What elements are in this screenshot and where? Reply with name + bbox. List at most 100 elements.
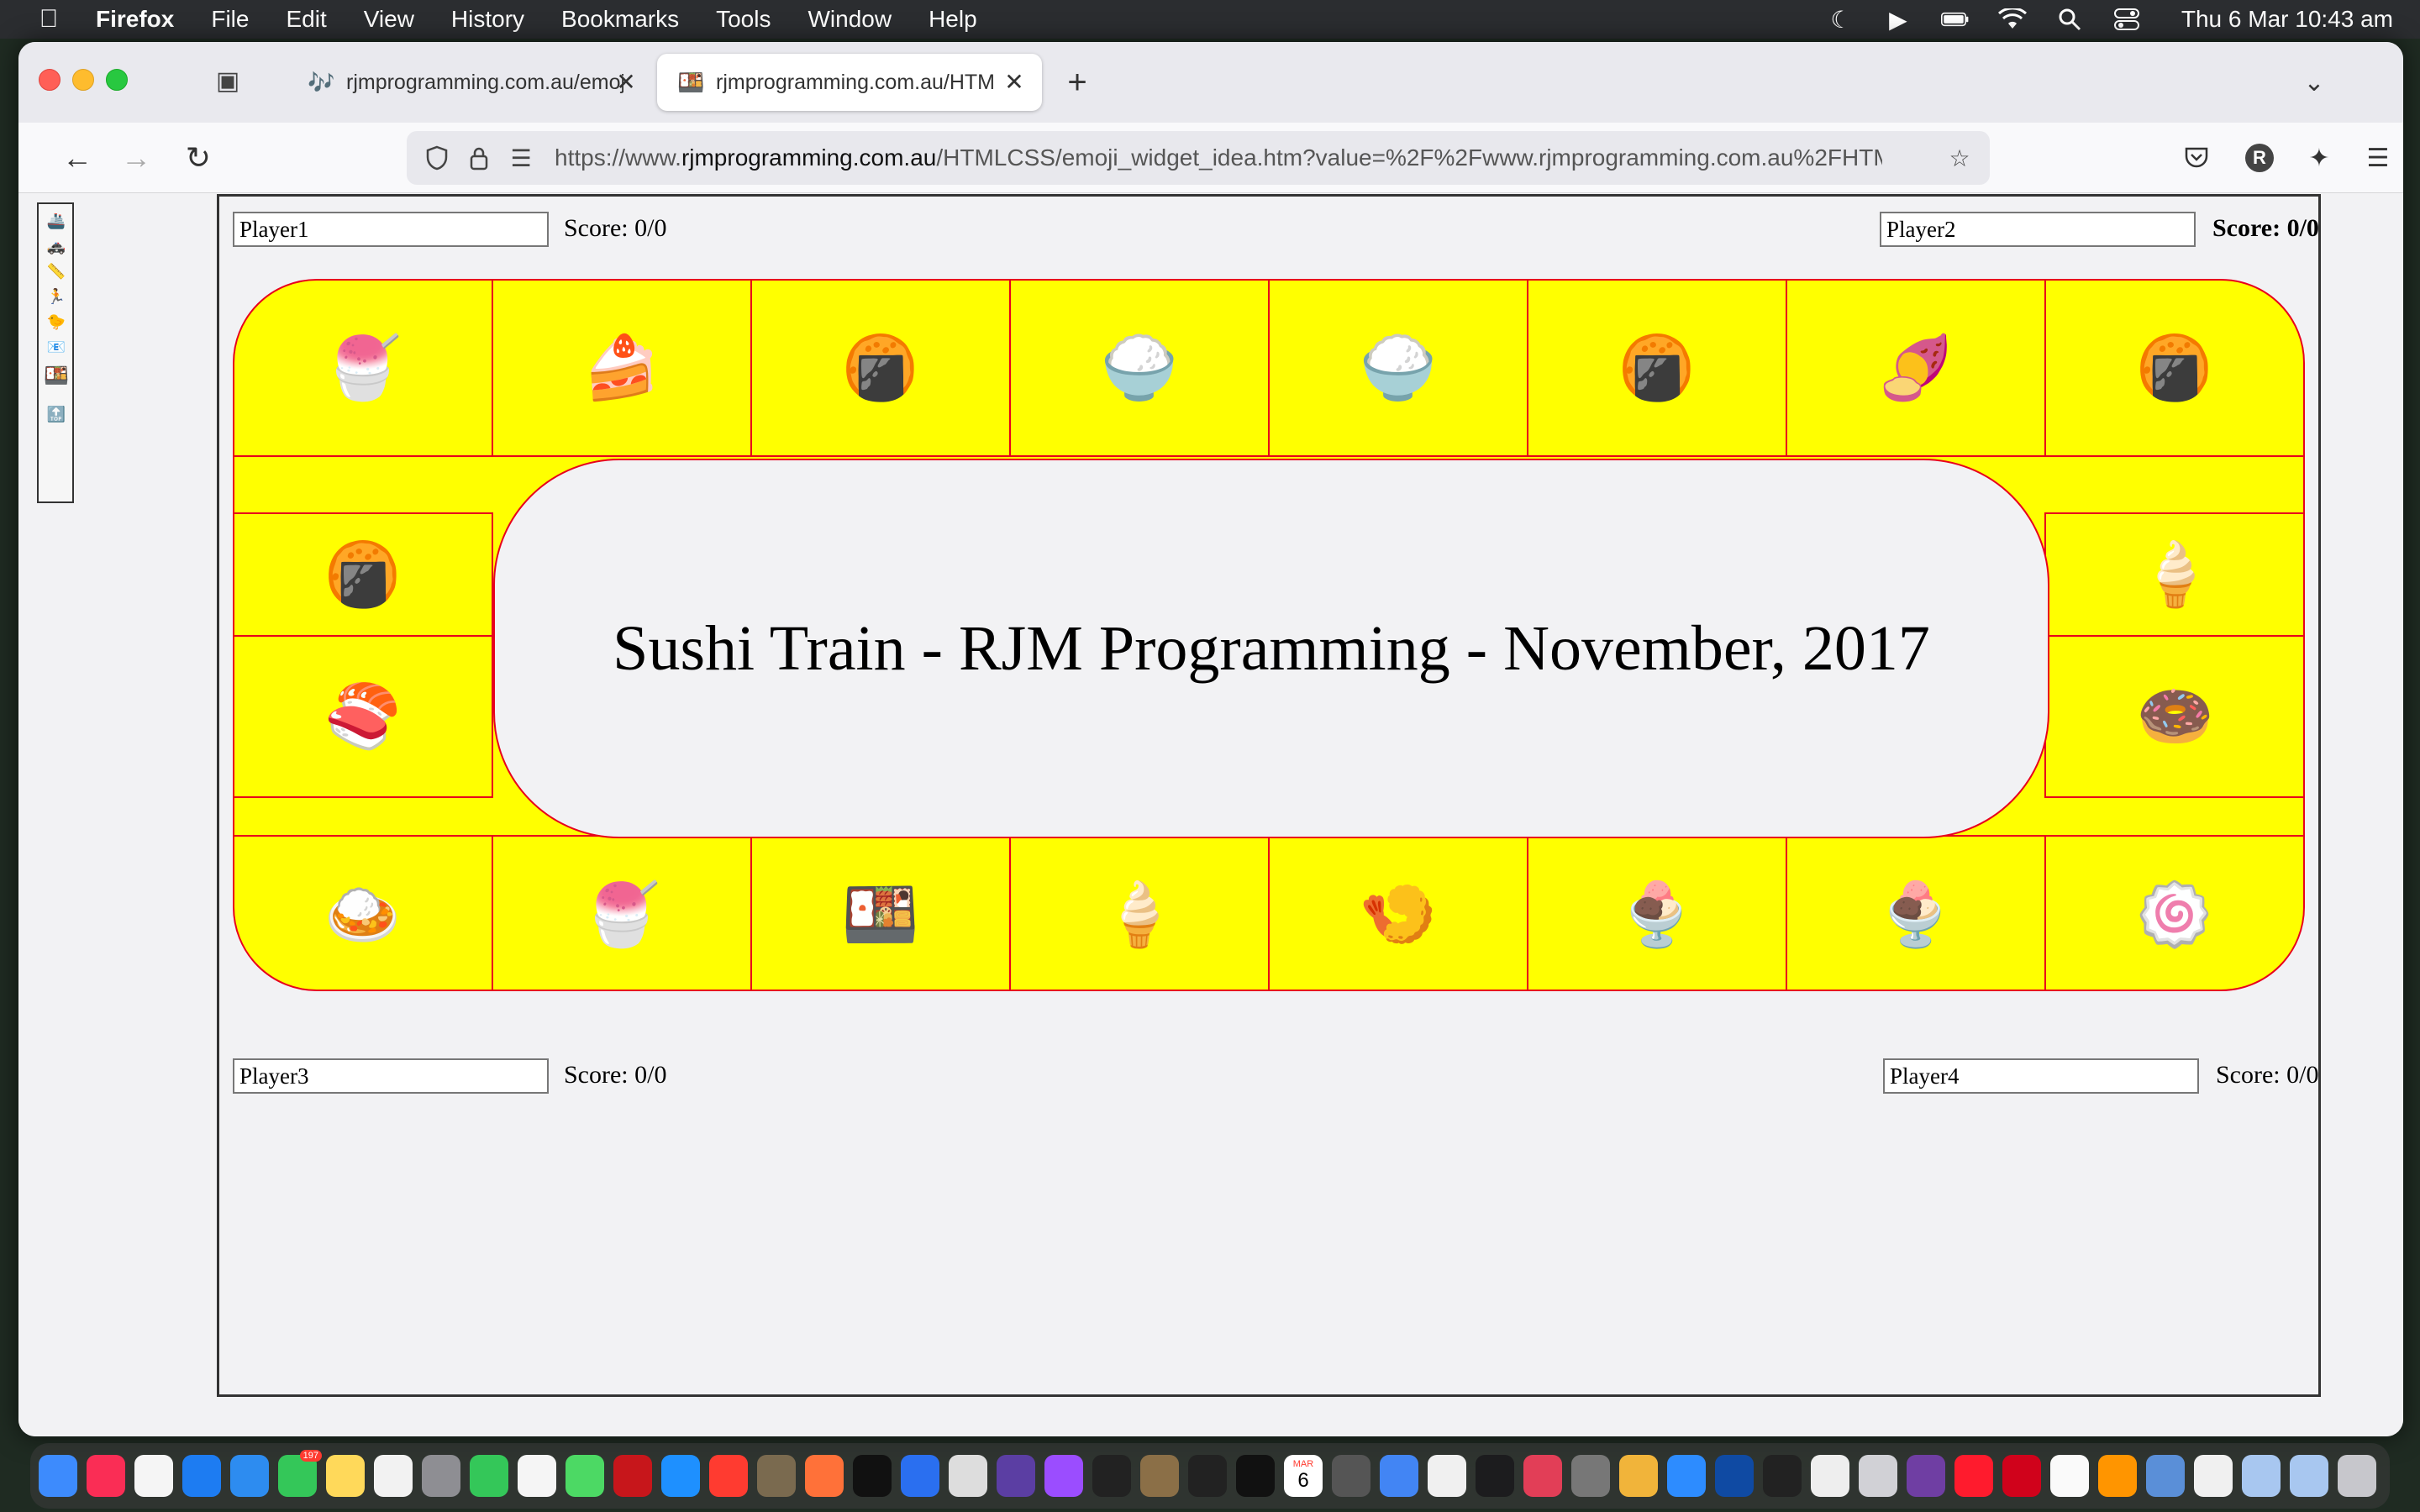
- board-cell-top-6[interactable]: 🍘: [1527, 281, 1787, 457]
- minimize-window-button[interactable]: [72, 69, 94, 91]
- dock-chrome-icon[interactable]: [1380, 1455, 1418, 1497]
- dock-inkscape-icon[interactable]: [1763, 1455, 1802, 1497]
- dock-quicktime-icon[interactable]: [1476, 1455, 1514, 1497]
- zoom-window-button[interactable]: [106, 69, 128, 91]
- pocket-icon[interactable]: [2178, 139, 2215, 176]
- url-text[interactable]: https://www.rjmprogramming.com.au/HTMLCS…: [555, 143, 1882, 173]
- board-cell-left-1[interactable]: 🍘: [234, 512, 493, 637]
- board-cell-top-4[interactable]: 🍚: [1009, 281, 1270, 457]
- email-emoji-icon[interactable]: 📧: [42, 335, 71, 359]
- board-cell-top-2[interactable]: 🍰: [492, 281, 752, 457]
- menu-app-name[interactable]: Firefox: [96, 6, 174, 33]
- dock-news-icon[interactable]: [709, 1455, 748, 1497]
- dock-calculator-icon[interactable]: [1332, 1455, 1370, 1497]
- board-cell-bottom-8[interactable]: 🍥: [2044, 835, 2303, 990]
- moon-icon[interactable]: ☾: [1827, 7, 1855, 33]
- menu-tools[interactable]: Tools: [716, 6, 771, 33]
- dock-tableplus-icon[interactable]: [1811, 1455, 1849, 1497]
- board-cell-top-1[interactable]: 🍧: [234, 281, 493, 457]
- dock-gimp-icon[interactable]: [757, 1455, 796, 1497]
- dock-simulator-icon[interactable]: [1859, 1455, 1897, 1497]
- board-cell-top-5[interactable]: 🍚: [1268, 281, 1528, 457]
- spotlight-icon[interactable]: [2055, 7, 2084, 32]
- dock-launchpad-icon[interactable]: [422, 1455, 460, 1497]
- board-cell-right-2[interactable]: 🍩: [2044, 635, 2303, 798]
- chick-emoji-icon[interactable]: 🐤: [42, 310, 71, 333]
- dock-messages-icon[interactable]: 197: [278, 1450, 322, 1497]
- dock-proxyman-icon[interactable]: [901, 1455, 939, 1497]
- dock-podcasts-icon[interactable]: [1044, 1455, 1083, 1497]
- bento-emoji-icon[interactable]: 🍱: [42, 364, 71, 387]
- play-icon[interactable]: ▶: [1884, 7, 1912, 33]
- player1-name-input[interactable]: [233, 212, 549, 247]
- board-cell-top-8[interactable]: 🍘: [2044, 281, 2303, 457]
- runner-emoji-icon[interactable]: 🏃: [42, 285, 71, 308]
- dock-finder-folder-icon[interactable]: [2146, 1455, 2185, 1497]
- dock-reminders-icon[interactable]: [134, 1455, 173, 1497]
- dock-terminal-icon[interactable]: [1092, 1455, 1131, 1497]
- dock-zoom-icon[interactable]: [1667, 1455, 1706, 1497]
- board-cell-bottom-1[interactable]: 🍛: [234, 835, 493, 990]
- player2-name-input[interactable]: [1880, 212, 2196, 247]
- player3-name-input[interactable]: [233, 1058, 549, 1094]
- ship-emoji-icon[interactable]: 🚢: [42, 209, 71, 233]
- dock-terminal-2-icon[interactable]: [1188, 1455, 1227, 1497]
- dock-colors-icon[interactable]: [1619, 1455, 1658, 1497]
- battery-icon[interactable]: [1940, 7, 1970, 32]
- dock-calendar-icon[interactable]: MAR 6: [1284, 1455, 1323, 1497]
- tracking-protection-shield-icon[interactable]: [422, 143, 452, 173]
- board-cell-bottom-5[interactable]: 🍤: [1268, 835, 1528, 990]
- close-tab-icon[interactable]: ✕: [1000, 67, 1028, 96]
- dock-apple-tv-icon[interactable]: [853, 1455, 892, 1497]
- dock-trash-icon[interactable]: [2338, 1455, 2376, 1497]
- close-window-button[interactable]: [39, 69, 60, 91]
- menu-history[interactable]: History: [451, 6, 524, 33]
- bookmark-star-icon[interactable]: ☆: [1944, 143, 1975, 173]
- back-button[interactable]: ←: [57, 138, 97, 178]
- dock-textedit-icon[interactable]: [518, 1455, 556, 1497]
- dock-facetime-icon[interactable]: [470, 1455, 508, 1497]
- dock-intellij-icon[interactable]: [1523, 1455, 1562, 1497]
- reload-button[interactable]: ↻: [178, 138, 218, 178]
- dock-filezilla-icon[interactable]: [613, 1455, 652, 1497]
- board-cell-bottom-6[interactable]: 🍨: [1527, 835, 1787, 990]
- dock-document-icon[interactable]: [1428, 1455, 1466, 1497]
- dock-folder-icon[interactable]: [2242, 1455, 2281, 1497]
- app-menu-hamburger-icon[interactable]: ☰: [2360, 139, 2396, 176]
- dock-system-prefs-icon[interactable]: [1571, 1455, 1610, 1497]
- board-cell-bottom-3[interactable]: 🍱: [750, 835, 1011, 990]
- dock-books-icon[interactable]: [2098, 1455, 2137, 1497]
- menu-file[interactable]: File: [211, 6, 249, 33]
- new-tab-button[interactable]: +: [1059, 64, 1096, 101]
- wifi-icon[interactable]: [1997, 7, 2027, 32]
- apple-menu-icon[interactable]: : [32, 5, 66, 34]
- permissions-icon[interactable]: ☰: [506, 143, 536, 173]
- dock-mail-icon[interactable]: [230, 1455, 269, 1497]
- url-bar[interactable]: ☰ https://www.rjmprogramming.com.au/HTML…: [407, 131, 1990, 185]
- dock-opera-icon[interactable]: [1954, 1455, 1993, 1497]
- extensions-puzzle-icon[interactable]: ✦: [2301, 139, 2338, 176]
- dock-folder-2-icon[interactable]: [2290, 1455, 2328, 1497]
- top-emoji-icon[interactable]: 🔝: [42, 402, 71, 426]
- dock-app-store-icon[interactable]: [661, 1455, 700, 1497]
- board-cell-bottom-2[interactable]: 🍧: [492, 835, 752, 990]
- dock-tor-icon[interactable]: [1907, 1455, 1945, 1497]
- board-cell-right-1[interactable]: 🍦: [2044, 512, 2303, 637]
- dock-firefox-icon[interactable]: [805, 1455, 844, 1497]
- dock-finder-icon[interactable]: [39, 1455, 77, 1497]
- dock-preview-icon[interactable]: [2194, 1455, 2233, 1497]
- dock-terminal-3-icon[interactable]: [1236, 1455, 1275, 1497]
- board-cell-bottom-7[interactable]: 🍨: [1786, 835, 2046, 990]
- dock-filezilla-2-icon[interactable]: [2002, 1455, 2041, 1497]
- dock-safari-icon[interactable]: [182, 1455, 221, 1497]
- dock-archive-icon[interactable]: [1140, 1455, 1179, 1497]
- dock-cmake-icon[interactable]: [1715, 1455, 1754, 1497]
- dock-pages-icon[interactable]: [2050, 1455, 2089, 1497]
- tab-emojiic[interactable]: 🎶 rjmprogramming.com.au/emojiic ✕: [287, 54, 654, 111]
- profile-avatar[interactable]: R: [2245, 144, 2274, 172]
- tab-overview-icon[interactable]: ▣: [212, 66, 244, 96]
- board-cell-bottom-4[interactable]: 🍦: [1009, 835, 1270, 990]
- board-cell-top-7[interactable]: 🍠: [1786, 281, 2046, 457]
- player4-name-input[interactable]: [1883, 1058, 2199, 1094]
- dock-bbedit-icon[interactable]: [997, 1455, 1035, 1497]
